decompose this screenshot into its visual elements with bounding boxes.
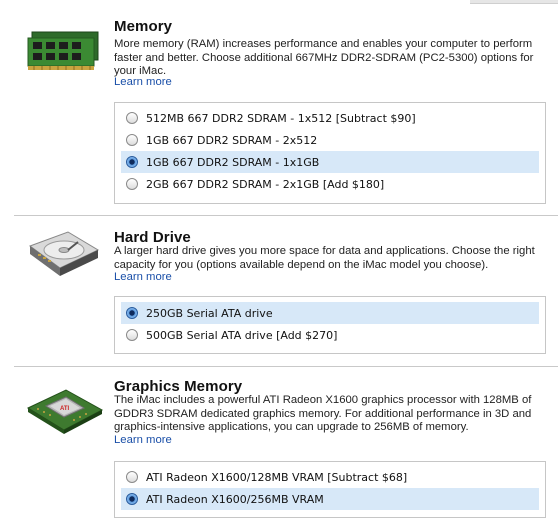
option-label: 1GB 667 DDR2 SDRAM - 2x512 — [146, 133, 318, 147]
graphics-options: ATI Radeon X1600/128MB VRAM [Subtract $6… — [114, 461, 546, 518]
hard-drive-description-text: A larger hard drive gives you more space… — [114, 245, 535, 271]
radio-button[interactable] — [126, 178, 138, 190]
hard-drive-description: A larger hard drive gives you more space… — [114, 245, 539, 272]
top-tab-edge — [470, 0, 558, 4]
chip-logo: ATI — [60, 406, 70, 412]
memory-description-text: More memory (RAM) increases performance … — [114, 38, 534, 77]
graphics-option-256mb[interactable]: ATI Radeon X1600/256MB VRAM — [121, 488, 539, 510]
section-divider — [14, 215, 558, 216]
graphics-title: Graphics Memory — [114, 378, 243, 395]
hard-drive-title: Hard Drive — [114, 229, 191, 246]
hard-drive-option-500gb[interactable]: 500GB Serial ATA drive [Add $270] — [121, 324, 539, 346]
memory-options: 512MB 667 DDR2 SDRAM - 1x512 [Subtract $… — [114, 102, 546, 204]
memory-option-1gb-2x512[interactable]: 1GB 667 DDR2 SDRAM - 2x512 — [121, 129, 539, 151]
option-label: ATI Radeon X1600/256MB VRAM — [146, 492, 324, 506]
option-label: 500GB Serial ATA drive [Add $270] — [146, 328, 338, 342]
memory-title: Memory — [114, 18, 173, 35]
graphics-chip-icon: ATI — [26, 389, 104, 434]
graphics-description-text: The iMac includes a powerful ATI Radeon … — [114, 394, 532, 433]
memory-option-512[interactable]: 512MB 667 DDR2 SDRAM - 1x512 [Subtract $… — [121, 107, 539, 129]
radio-button[interactable] — [126, 134, 138, 146]
memory-description: More memory (RAM) increases performance … — [114, 38, 534, 79]
hard-drive-option-250gb[interactable]: 250GB Serial ATA drive — [121, 302, 539, 324]
radio-button-selected[interactable] — [126, 493, 138, 505]
memory-learn-more-link[interactable]: Learn more — [114, 76, 172, 90]
memory-option-1gb-1x1gb[interactable]: 1GB 667 DDR2 SDRAM - 1x1GB — [121, 151, 539, 173]
radio-button-selected[interactable] — [126, 156, 138, 168]
hard-drive-options: 250GB Serial ATA drive 500GB Serial ATA … — [114, 296, 546, 354]
option-label: 250GB Serial ATA drive — [146, 306, 273, 320]
radio-button[interactable] — [126, 471, 138, 483]
ram-module-icon — [27, 31, 99, 70]
top-edge — [0, 0, 558, 8]
radio-button-selected[interactable] — [126, 307, 138, 319]
hard-drive-learn-more-link[interactable]: Learn more — [114, 271, 172, 285]
option-label: ATI Radeon X1600/128MB VRAM [Subtract $6… — [146, 470, 408, 484]
radio-button[interactable] — [126, 329, 138, 341]
graphics-learn-more-link[interactable]: Learn more — [114, 434, 172, 448]
option-label: 1GB 667 DDR2 SDRAM - 1x1GB — [146, 155, 320, 169]
section-divider — [14, 366, 558, 367]
hard-drive-icon — [28, 231, 100, 276]
graphics-option-128mb[interactable]: ATI Radeon X1600/128MB VRAM [Subtract $6… — [121, 466, 539, 488]
graphics-description: The iMac includes a powerful ATI Radeon … — [114, 394, 539, 435]
radio-button[interactable] — [126, 112, 138, 124]
option-label: 512MB 667 DDR2 SDRAM - 1x512 [Subtract $… — [146, 111, 416, 125]
option-label: 2GB 667 DDR2 SDRAM - 2x1GB [Add $180] — [146, 177, 385, 191]
memory-option-2gb[interactable]: 2GB 667 DDR2 SDRAM - 2x1GB [Add $180] — [121, 173, 539, 195]
